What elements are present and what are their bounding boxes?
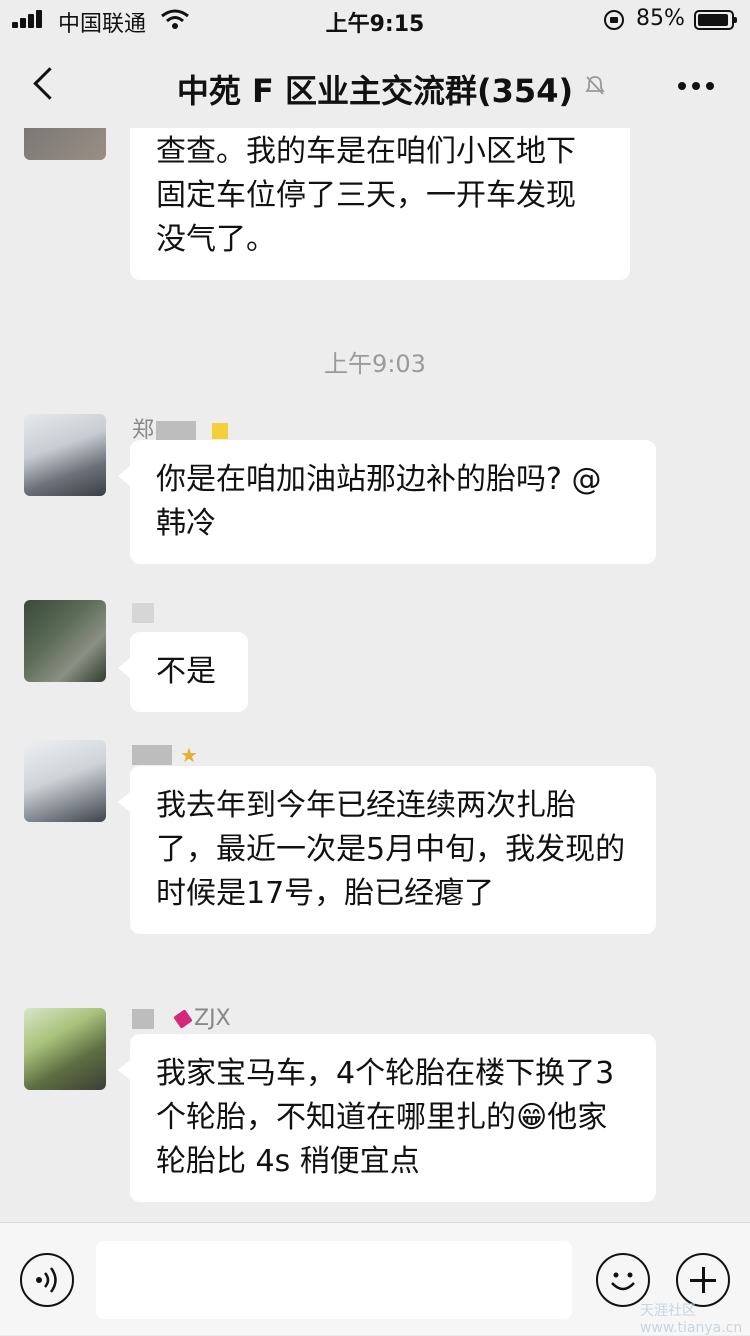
message-bubble[interactable]: 我家宝马车，4个轮胎在楼下换了3个轮胎，不知道在哪里扎的😁他家轮胎比 4s 稍便… bbox=[118, 1034, 656, 1202]
sender-name: ZJX bbox=[132, 1006, 231, 1031]
avatar[interactable] bbox=[24, 128, 106, 160]
battery-icon bbox=[694, 10, 737, 30]
input-bar bbox=[0, 1222, 750, 1335]
sender-name: 郑 bbox=[132, 412, 229, 443]
message-bubble[interactable]: 不是 bbox=[118, 632, 248, 712]
status-bar: 中国联通 上午9:15 85% bbox=[0, 0, 750, 40]
message-text: 不是 bbox=[156, 654, 216, 689]
more-icon[interactable] bbox=[674, 70, 718, 100]
timestamp: 上午9:03 bbox=[324, 350, 426, 378]
avatar[interactable] bbox=[24, 740, 106, 822]
watermark: 天涯社区 www.tianya.cn bbox=[640, 1303, 743, 1336]
message-text: 我家宝马车，4个轮胎在楼下换了3个轮胎，不知道在哪里扎的😁他家轮胎比 4s 稍便… bbox=[156, 1056, 615, 1179]
sender-name: ★ bbox=[132, 742, 198, 767]
avatar[interactable] bbox=[24, 1008, 106, 1090]
emoji-icon[interactable] bbox=[596, 1253, 650, 1307]
chat-area[interactable]: 大家要是再发现扎胎时，一定要查查。我的车是在咱们小区地下固定车位停了三天，一开车… bbox=[0, 128, 750, 1222]
message-bubble[interactable]: 我去年到今年已经连续两次扎胎了，最近一次是5月中旬，我发现的时候是17号，胎已经… bbox=[118, 766, 656, 934]
mute-icon bbox=[585, 76, 605, 95]
avatar[interactable] bbox=[24, 414, 106, 496]
chat-title: 中苑 F 区业主交流群(354) bbox=[176, 72, 574, 110]
message-text: 大家要是再发现扎胎时，一定要查查。我的车是在咱们小区地下固定车位停了三天，一开车… bbox=[156, 134, 576, 257]
voice-icon[interactable] bbox=[20, 1253, 74, 1307]
plus-icon[interactable] bbox=[676, 1253, 730, 1307]
battery-percent: 85% bbox=[636, 6, 685, 31]
message-text: 我去年到今年已经连续两次扎胎了，最近一次是5月中旬，我发现的时候是17号，胎已经… bbox=[156, 788, 626, 911]
message-text: 你是在咱加油站那边补的胎吗? @韩冷 bbox=[156, 462, 602, 541]
message-input[interactable] bbox=[96, 1241, 572, 1319]
chat-header: 中苑 F 区业主交流群(354) bbox=[0, 44, 750, 128]
orientation-lock-icon bbox=[604, 10, 624, 30]
message-bubble[interactable]: 大家要是再发现扎胎时，一定要查查。我的车是在咱们小区地下固定车位停了三天，一开车… bbox=[130, 128, 630, 280]
avatar[interactable] bbox=[24, 600, 106, 682]
sender-name bbox=[132, 600, 154, 623]
message-bubble[interactable]: 你是在咱加油站那边补的胎吗? @韩冷 bbox=[118, 440, 656, 564]
